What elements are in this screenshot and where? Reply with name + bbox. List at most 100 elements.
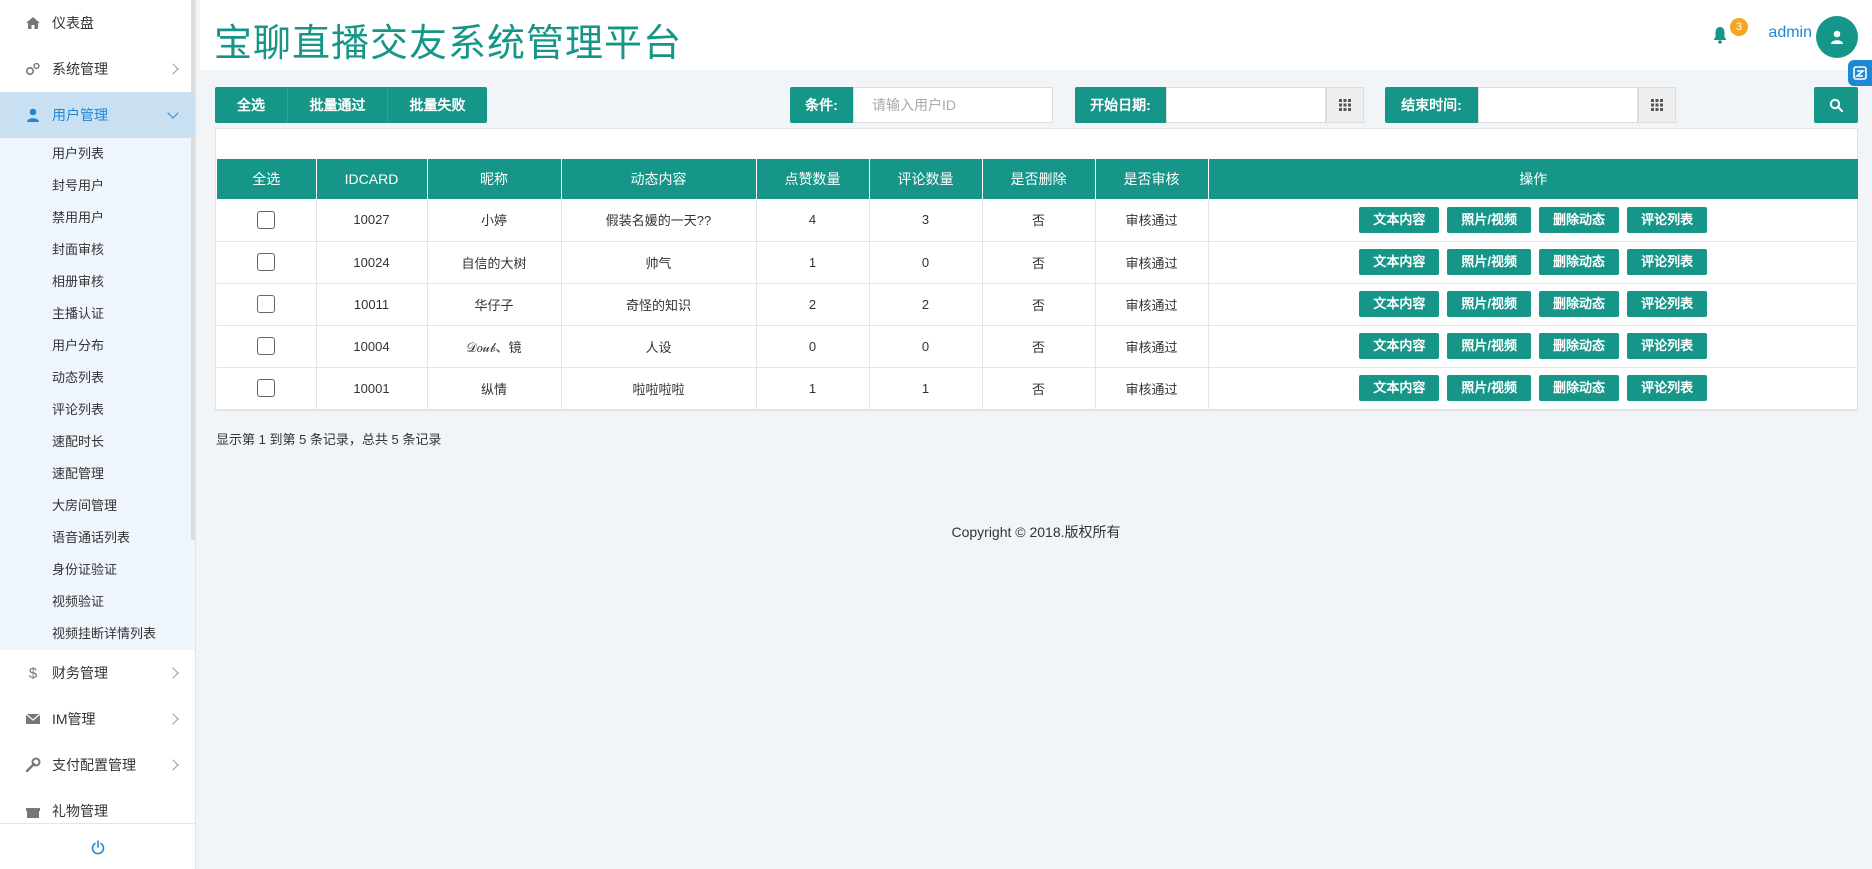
users-submenu: 用户列表 封号用户 禁用用户 封面审核 相册审核 主播认证 用户分布 动态列表 …: [0, 138, 195, 650]
power-icon: [91, 839, 105, 854]
cell-id: 10024: [316, 241, 428, 284]
sidebar-item-label: 礼物管理: [52, 803, 108, 819]
cell-likes: 4: [756, 199, 870, 242]
media-button[interactable]: 照片/视频: [1447, 375, 1532, 401]
cell-audit: 审核通过: [1095, 283, 1209, 326]
sidebar-item-im[interactable]: IM管理: [0, 696, 195, 742]
media-button[interactable]: 照片/视频: [1447, 249, 1532, 275]
comment-list-button[interactable]: 评论列表: [1627, 375, 1708, 401]
row-checkbox[interactable]: [257, 295, 276, 313]
sidebar-item-finance[interactable]: $ 财务管理: [0, 650, 195, 696]
sidebar-item-dashboard[interactable]: 仪表盘: [0, 0, 195, 46]
bell-icon[interactable]: [1712, 26, 1732, 46]
chevron-right-icon: [167, 63, 179, 75]
column-header[interactable]: 全选: [217, 159, 317, 199]
chevron-right-icon: [167, 667, 179, 679]
row-checkbox[interactable]: [257, 210, 276, 229]
comment-list-button[interactable]: 评论列表: [1627, 333, 1708, 359]
delete-dynamic-button[interactable]: 删除动态: [1539, 375, 1620, 401]
delete-dynamic-button[interactable]: 删除动态: [1539, 291, 1620, 317]
search-button[interactable]: [1814, 87, 1858, 123]
text-content-button[interactable]: 文本内容: [1359, 291, 1440, 317]
submenu-item[interactable]: 视频验证: [0, 586, 195, 618]
media-button[interactable]: 照片/视频: [1447, 333, 1532, 359]
row-checkbox[interactable]: [257, 337, 276, 355]
text-content-button[interactable]: 文本内容: [1359, 206, 1440, 233]
comment-list-button[interactable]: 评论列表: [1627, 249, 1708, 275]
submenu-item[interactable]: 大房间管理: [0, 490, 195, 522]
cell-nickname: 自信的大树: [427, 241, 562, 284]
submenu-item[interactable]: 主播认证: [0, 298, 195, 330]
sidebar-item-payment[interactable]: 支付配置管理: [0, 742, 195, 788]
select-all-button[interactable]: 全选: [215, 87, 287, 123]
cell-id: 10004: [316, 325, 428, 368]
submenu-item[interactable]: 速配管理: [0, 458, 195, 490]
end-date-label: 结束时间:: [1385, 87, 1478, 123]
cell-audit: 审核通过: [1095, 241, 1209, 284]
text-content-button[interactable]: 文本内容: [1359, 333, 1440, 359]
start-date-input[interactable]: [1166, 87, 1326, 123]
column-header: 点赞数量: [756, 159, 870, 199]
cell-nickname: 𝒟𝑜𝓊𝒷、镜: [427, 325, 562, 368]
submenu-item[interactable]: 用户分布: [0, 330, 195, 362]
end-date-input[interactable]: [1478, 87, 1638, 123]
sidebar-item-system[interactable]: 系统管理: [0, 46, 195, 92]
cell-id: 10001: [316, 367, 428, 410]
media-button[interactable]: 照片/视频: [1447, 291, 1532, 317]
sidebar-item-users[interactable]: 用户管理: [0, 92, 195, 138]
delete-dynamic-button[interactable]: 删除动态: [1539, 206, 1620, 233]
logout-button[interactable]: [0, 823, 195, 869]
sidebar-item-label: IM管理: [52, 711, 96, 727]
calendar-icon[interactable]: [1638, 87, 1676, 123]
user-menu[interactable]: admin: [1768, 24, 1812, 42]
table-row: 10001 纵情 啦啦啦啦 1 1 否 审核通过 文本内容 照片/视频 删除动态 评论…: [217, 367, 1858, 410]
submenu-item[interactable]: 禁用用户: [0, 202, 195, 234]
submenu-item[interactable]: 身份证验证: [0, 554, 195, 586]
text-content-button[interactable]: 文本内容: [1359, 249, 1440, 275]
table-row: 10027 小婷 假装名媛的一天?? 4 3 否 审核通过 文本内容 照片/视频删…: [217, 199, 1858, 242]
submenu-item[interactable]: 相册审核: [0, 266, 195, 298]
batch-fail-button[interactable]: 批量失败: [387, 87, 487, 123]
filter-toolbar: 全选 批量通过 批量失败 条件: 请输入用户ID 开始日期: 结束时间:: [215, 87, 1858, 123]
submenu-item[interactable]: 封面审核: [0, 234, 195, 266]
cell-nickname: 纵情: [427, 367, 562, 410]
chevron-right-icon: [167, 759, 179, 771]
column-header: 操作: [1208, 159, 1858, 199]
submenu-item[interactable]: 速配时长: [0, 426, 195, 458]
submenu-item[interactable]: 封号用户: [0, 170, 195, 202]
top-header: 宝聊直播交友系统管理平台 3 admin: [200, 0, 1872, 70]
cell-audit: 审核通过: [1095, 367, 1209, 410]
condition-input[interactable]: 请输入用户ID: [853, 87, 1053, 123]
column-header: 动态内容: [561, 159, 757, 199]
submenu-item[interactable]: 用户列表: [0, 138, 195, 170]
user-icon: [1831, 30, 1843, 44]
avatar[interactable]: [1816, 16, 1858, 58]
cell-content: 啦啦啦啦: [561, 367, 757, 410]
chevron-down-icon: [167, 107, 179, 119]
submenu-item[interactable]: 评论列表: [0, 394, 195, 426]
mail-icon: [24, 710, 42, 728]
settings-icon: [24, 60, 42, 78]
sidebar-item-label: 仪表盘: [52, 15, 94, 31]
sidebar-item-label: 财务管理: [52, 665, 108, 681]
media-button[interactable]: 照片/视频: [1447, 206, 1532, 233]
comment-list-button[interactable]: 评论列表: [1627, 291, 1708, 317]
cell-id: 10011: [316, 283, 428, 326]
sidebar-item-label: 用户管理: [52, 107, 108, 123]
submenu-item[interactable]: 动态列表: [0, 362, 195, 394]
text-content-button[interactable]: 文本内容: [1359, 375, 1440, 401]
delete-dynamic-button[interactable]: 删除动态: [1539, 333, 1620, 359]
row-checkbox[interactable]: [257, 379, 276, 397]
comment-list-button[interactable]: 评论列表: [1627, 206, 1708, 233]
row-checkbox[interactable]: [257, 253, 276, 271]
calendar-icon[interactable]: [1326, 87, 1364, 123]
submenu-item[interactable]: 语音通话列表: [0, 522, 195, 554]
delete-dynamic-button[interactable]: 删除动态: [1539, 249, 1620, 275]
cell-likes: 2: [756, 283, 870, 326]
start-date-label: 开始日期:: [1075, 87, 1166, 123]
batch-pass-button[interactable]: 批量通过: [287, 87, 387, 123]
column-header: 昵称: [427, 159, 562, 199]
submenu-item[interactable]: 视频挂断详情列表: [0, 618, 195, 650]
cell-comments: 0: [869, 325, 983, 368]
float-widget-button[interactable]: [1848, 60, 1872, 86]
